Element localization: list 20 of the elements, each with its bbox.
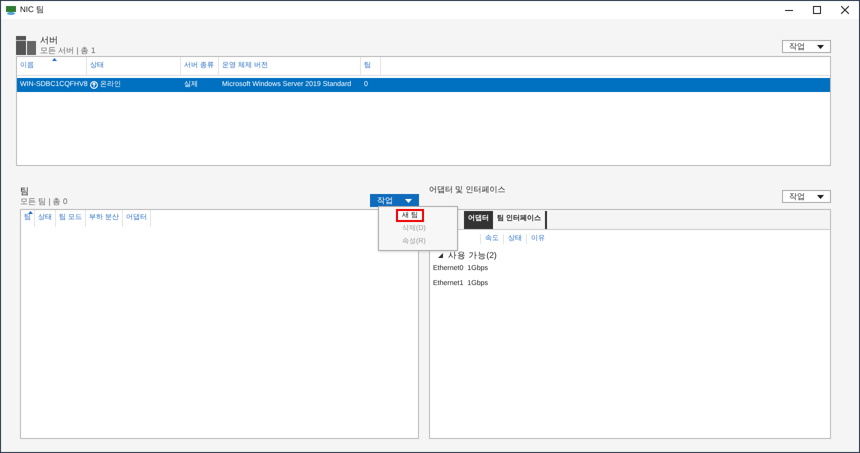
action-button[interactable]: 작업 (370, 194, 419, 207)
network-icon (6, 6, 16, 14)
caret-icon (817, 194, 824, 198)
section-title: 어댑터 및 인터페이스 (429, 184, 506, 196)
section-title: 팀 (20, 187, 30, 196)
section-subtitle: 모든 서버 | 총 1 (40, 47, 96, 55)
sort-arrow-icon (52, 58, 56, 61)
window-title: NIC 팀 (20, 4, 44, 16)
action-button[interactable]: 작업 (782, 40, 831, 53)
caret-icon (817, 44, 824, 48)
status-arrow-icon (90, 81, 98, 89)
caret-icon (405, 198, 412, 202)
group-header: 사용 가능(2) (448, 249, 497, 262)
sort-arrow-icon (28, 211, 32, 214)
maximize-icon (813, 6, 821, 14)
action-button[interactable]: 작업 (782, 190, 831, 203)
section-title: 서버 (40, 36, 59, 45)
expand-arrow-icon[interactable] (438, 252, 443, 258)
section-subtitle: 모든 팀 | 총 0 (20, 198, 68, 206)
close-icon (841, 6, 849, 14)
